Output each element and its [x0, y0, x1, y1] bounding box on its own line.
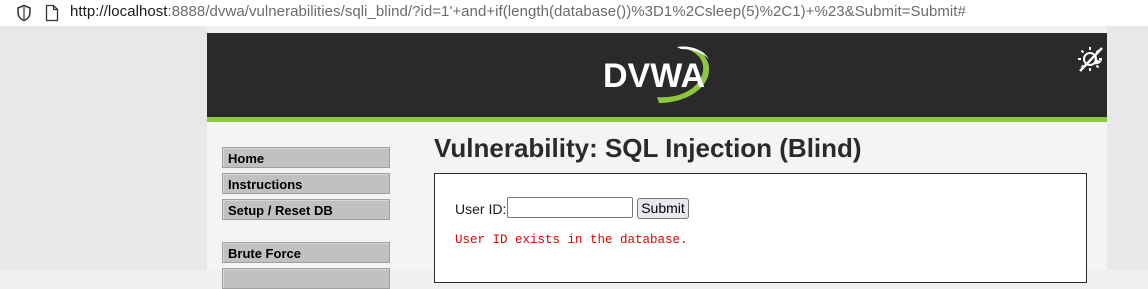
userid-input[interactable] — [507, 197, 633, 218]
theme-toggle-icon[interactable] — [1076, 44, 1106, 74]
menu-item-home[interactable]: Home — [222, 147, 390, 168]
browser-url-bar[interactable]: http://localhost:8888/dvwa/vulnerabiliti… — [0, 0, 1148, 26]
header-accent-border — [207, 117, 1107, 122]
menu-item-next[interactable] — [222, 268, 390, 289]
result-message: User ID exists in the database. — [455, 233, 688, 247]
page-icon — [45, 4, 59, 22]
shield-icon[interactable] — [15, 4, 33, 22]
menu-item-brute-force[interactable]: Brute Force — [222, 242, 390, 263]
url-path: :8888/dvwa/vulnerabilities/sqli_blind/?i… — [167, 3, 966, 20]
menu-item-setup-reset-db[interactable]: Setup / Reset DB — [222, 199, 390, 220]
page-title: Vulnerability: SQL Injection (Blind) — [434, 133, 862, 163]
svg-text:DVWA: DVWA — [603, 57, 705, 95]
menu-item-instructions[interactable]: Instructions — [222, 173, 390, 194]
page-background-left — [0, 26, 207, 270]
url-host: http://localhost — [70, 3, 168, 20]
userid-label: User ID: — [455, 201, 507, 217]
page-background-right — [1107, 26, 1148, 270]
submit-button[interactable]: Submit — [637, 198, 689, 219]
dvwa-header: DVWA — [207, 33, 1107, 117]
vulnerable-code-area: User ID: Submit User ID exists in the da… — [434, 173, 1087, 283]
dvwa-logo[interactable]: DVWA — [599, 41, 719, 107]
url-text[interactable]: http://localhost:8888/dvwa/vulnerabiliti… — [70, 3, 966, 20]
